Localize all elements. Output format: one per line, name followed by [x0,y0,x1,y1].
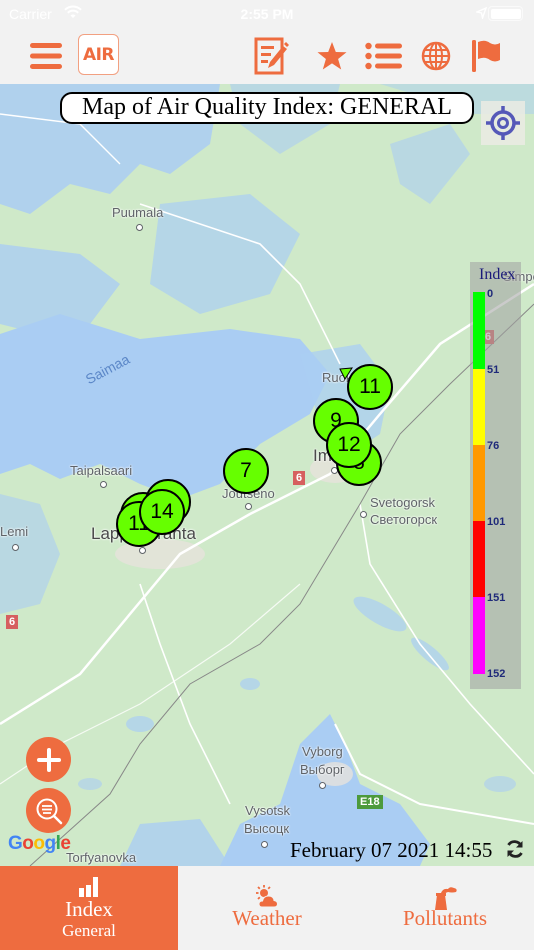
place-label: Vysotsk [245,803,291,818]
place-label: Taipalsaari [70,463,133,478]
road-shield: 6 [6,615,19,629]
data-timestamp: February 07 2021 14:55 [290,838,493,862]
aqi-marker[interactable]: 7 [223,448,269,494]
refresh-icon[interactable] [505,839,525,859]
crosshair-icon [486,106,520,140]
tab-index-general[interactable]: Index General [0,866,178,950]
place-label: Светогорск [370,512,438,527]
place-dot [261,841,268,848]
legend-band-very-unhealthy [473,597,485,674]
bar-chart-icon [0,876,178,898]
tab-sublabel: General [62,921,116,940]
place-dot [136,224,143,231]
country-button[interactable] [466,36,506,76]
add-location-button[interactable] [26,737,71,782]
favorites-button[interactable] [312,36,352,76]
place-label: Vyborg [302,744,343,759]
list-button[interactable] [364,36,404,76]
legend-tick: 76 [487,440,500,452]
map-title: Map of Air Quality Index: GENERAL [60,92,474,124]
edit-note-icon [254,37,289,75]
plus-icon [36,747,61,772]
tab-weather[interactable]: Weather [178,866,356,950]
globe-icon [421,41,451,71]
legend-band-sensitive [473,445,485,521]
place-label: Puumala [112,205,164,220]
legend-band-unhealthy [473,521,485,597]
legend-title: Index [479,266,516,283]
legend-tick: 101 [487,516,506,528]
place-label: Выборг [300,762,345,777]
aqi-marker[interactable]: 11 [347,364,393,410]
road-shield: 6 [293,471,306,485]
bottom-tab-bar: Index General Weather Pollutants [0,866,534,950]
report-button[interactable] [252,36,292,76]
legend-tick: 51 [487,364,500,376]
place-dot [245,503,252,510]
place-dot [319,782,326,789]
tab-label: Pollutants [402,906,487,930]
app-root: Carrier 2:55 PM AIR Puumala Saimaa Taipa… [0,0,534,950]
place-dot [139,547,146,554]
search-map-button[interactable] [26,788,71,833]
status-bar: Carrier 2:55 PM [0,0,534,28]
menu-button[interactable] [26,36,66,76]
menu-icon [30,43,62,69]
legend-tick: 151 [487,592,506,604]
location-arrow-icon [474,6,488,22]
flag-icon [472,40,500,72]
clock: 2:55 PM [240,6,294,22]
legend-band-moderate [473,369,485,445]
aqi-marker[interactable]: 14 [139,489,185,535]
language-button[interactable] [416,36,456,76]
map-view[interactable]: Puumala Saimaa Taipalsaari Lappeenranta … [0,84,534,866]
place-label: Torfyanovka [66,850,137,865]
air-logo[interactable]: AIR [78,34,119,75]
tab-label: Weather [232,906,302,930]
place-label: Высоцк [244,821,290,836]
place-dot [100,481,107,488]
list-icon [365,42,402,70]
road-shield: E18 [357,795,383,809]
place-dot [12,544,19,551]
star-icon [317,42,347,70]
legend-tick: 152 [487,668,506,680]
top-nav-bar: AIR [0,28,534,84]
search-list-icon [36,798,62,824]
aqi-legend: Index 0 51 76 101 151 152 [470,262,521,689]
place-label: Lemi [0,524,29,539]
battery-icon [488,6,523,21]
my-location-button[interactable] [481,101,525,145]
legend-tick: 0 [487,288,494,300]
aqi-marker[interactable]: 12 [326,422,372,468]
tab-label: Index [65,897,113,921]
google-logo: Google [8,833,71,854]
place-dot [360,511,367,518]
legend-band-good [473,292,485,369]
tab-pollutants[interactable]: Pollutants [356,866,534,950]
place-label: Svetogorsk [370,495,436,510]
